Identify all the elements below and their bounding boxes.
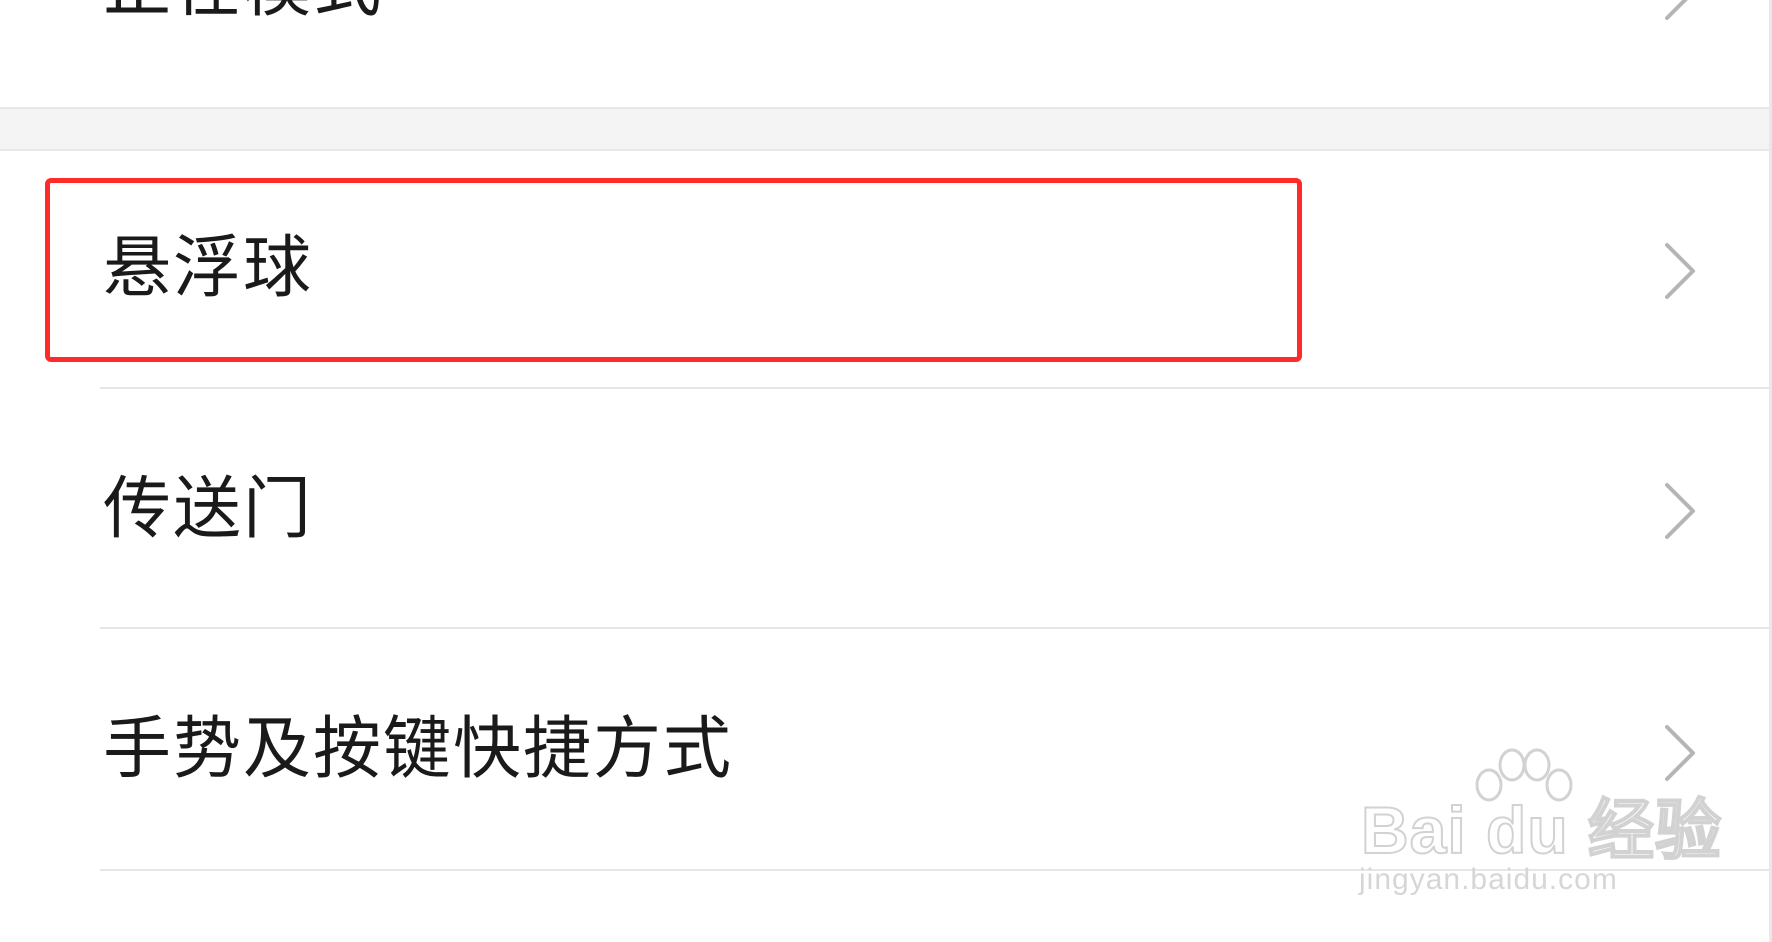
settings-row-label: 正在模式 — [103, 0, 383, 22]
settings-row-portal[interactable]: 传送门 — [0, 389, 1772, 627]
settings-row-partial[interactable]: 正在模式 — [0, 0, 1772, 107]
settings-row-label: 传送门 — [103, 470, 314, 549]
row-divider — [100, 869, 1772, 871]
chevron-right-icon — [1663, 723, 1697, 783]
settings-row-gesture-shortcuts[interactable]: 手势及按键快捷方式 — [0, 629, 1772, 869]
section-separator — [0, 107, 1772, 151]
chevron-right-icon — [1663, 481, 1697, 541]
settings-row-label: 手势及按键快捷方式 — [103, 710, 734, 789]
settings-screen: 正在模式 悬浮球 传送门 手势及按键快捷方式 — [0, 0, 1772, 942]
chevron-right-icon — [1663, 0, 1697, 22]
highlight-box — [45, 178, 1302, 362]
chevron-right-icon — [1663, 241, 1697, 301]
